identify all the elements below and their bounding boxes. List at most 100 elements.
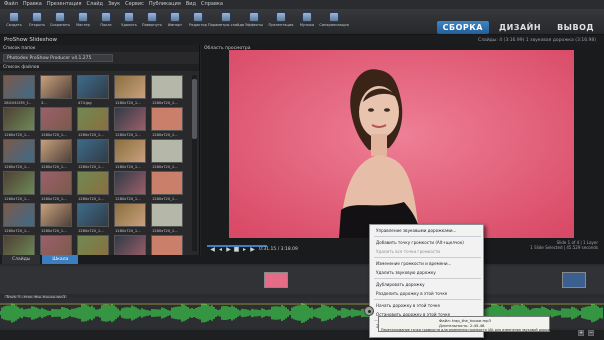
import-button[interactable]: Импорт bbox=[164, 11, 186, 33]
menu-service[interactable]: Сервис bbox=[125, 0, 144, 9]
menu-publish[interactable]: Публикация bbox=[149, 0, 181, 9]
prev-icon[interactable]: ◂ bbox=[217, 246, 224, 253]
mode-output[interactable]: ВЫВОД bbox=[551, 21, 600, 34]
file-name: 1280x720_1... bbox=[41, 197, 67, 201]
context-menu-separator bbox=[374, 236, 481, 237]
timeline-slide[interactable] bbox=[264, 272, 288, 288]
zoom-out-icon[interactable]: − bbox=[588, 330, 594, 336]
next-icon[interactable]: ▸ bbox=[241, 246, 248, 253]
tab-timeline[interactable]: Шкала bbox=[42, 255, 79, 264]
scroll-thumb[interactable] bbox=[192, 79, 197, 139]
file-thumbnail[interactable]: 1280x720_1... bbox=[3, 203, 35, 233]
file-thumbnail[interactable]: 1280x720_1... bbox=[114, 171, 146, 201]
new-button[interactable]: Создать bbox=[3, 11, 25, 33]
file-thumbnail[interactable]: 1280x720_1... bbox=[151, 75, 183, 105]
mode-design[interactable]: ДИЗАЙН bbox=[493, 21, 547, 34]
project-title-bar: ProShow Slideshow Слайды: 4 (3:16.99) 1 … bbox=[0, 35, 604, 45]
context-menu-item[interactable]: Дублировать дорожку bbox=[376, 282, 425, 287]
file-thumbnail[interactable]: 1280x720_1... bbox=[40, 139, 72, 169]
file-thumbnail[interactable]: 1280x720_1... bbox=[114, 75, 146, 105]
show-icon bbox=[101, 12, 111, 22]
stop-icon[interactable]: ■ bbox=[233, 246, 240, 253]
open-button[interactable]: Открыть bbox=[26, 11, 48, 33]
menu-file[interactable]: Файл bbox=[4, 0, 18, 9]
context-menu-item[interactable]: Управление звуковыми дорожками... bbox=[376, 228, 456, 233]
file-thumbnail[interactable]: 1280x720_1... bbox=[151, 171, 183, 201]
file-thumbnail[interactable]: 1280x720_1... bbox=[77, 203, 109, 233]
rewind-icon[interactable]: ◀ bbox=[209, 246, 216, 253]
file-thumbnail[interactable]: 474.jpg bbox=[77, 75, 109, 105]
menu-sound[interactable]: Звук bbox=[108, 0, 120, 9]
file-thumbnail[interactable]: 1280x720_1... bbox=[151, 139, 183, 169]
context-menu-item[interactable]: Начать дорожку в этой точке bbox=[376, 303, 440, 308]
menu-presentation[interactable]: Презентация bbox=[47, 0, 82, 9]
file-thumbnail[interactable]: 1280x720_1... bbox=[40, 203, 72, 233]
file-name: 1280x720_1... bbox=[41, 165, 67, 169]
waveform-tooltip: Файл: trap_the_house.mp3 Длительность: 2… bbox=[378, 316, 556, 332]
tooltip-note: Перетаскивание точки громкости для измен… bbox=[381, 328, 556, 332]
timeline-slide[interactable] bbox=[562, 272, 586, 288]
wizard-button[interactable]: Мастер bbox=[72, 11, 94, 33]
context-menu-item[interactable]: Удалить звуковую дорожку bbox=[376, 270, 436, 275]
selection-info: 1 Slide Selected | 45.529 seconds bbox=[530, 245, 598, 250]
context-menu-item[interactable]: Изменение громкости и времени... bbox=[376, 261, 451, 266]
file-name: 1280x720_1... bbox=[152, 229, 178, 233]
file-thumbnail[interactable]: 1280x720_1... bbox=[3, 139, 35, 169]
file-thumbnail[interactable]: 1280x720_1... bbox=[40, 107, 72, 137]
context-menu-item[interactable]: Разделить дорожку в этой точке bbox=[376, 291, 447, 296]
file-thumbnail[interactable]: 3... bbox=[40, 75, 72, 105]
file-thumbnail[interactable]: 1280x720_1... bbox=[3, 171, 35, 201]
file-thumbnail[interactable]: 1280x720_1... bbox=[3, 107, 35, 137]
file-thumbnail[interactable]: 1280x720_1... bbox=[114, 107, 146, 137]
app-window: Файл Правка Презентация Слайд Звук Серви… bbox=[0, 0, 604, 340]
file-thumbnail[interactable]: 1280x720_1... bbox=[151, 107, 183, 137]
mode-build[interactable]: СБОРКА bbox=[436, 21, 489, 34]
file-name: 3... bbox=[41, 101, 47, 105]
file-thumbnail[interactable]: 1280x720_1... bbox=[77, 107, 109, 137]
context-menu-item[interactable]: Добавить точку громкости (Alt+щелчок) bbox=[376, 240, 464, 245]
rotate-button[interactable]: Повернуть bbox=[141, 11, 163, 33]
menu-view[interactable]: Вид bbox=[186, 0, 196, 9]
editor-icon bbox=[193, 12, 203, 22]
left-panel: Список папок Photodex ProShow Producer v… bbox=[0, 45, 200, 297]
effects-icon bbox=[249, 12, 259, 22]
file-name: 1280x720_1... bbox=[4, 229, 30, 233]
menu-edit[interactable]: Правка bbox=[23, 0, 42, 9]
folder-selector[interactable]: Photodex ProShow Producer v4.1.275 bbox=[3, 54, 113, 62]
sync-button[interactable]: Синхронизация bbox=[319, 11, 349, 33]
volume-point-cursor[interactable] bbox=[364, 306, 374, 316]
file-list-scrollbar[interactable] bbox=[192, 75, 197, 251]
file-thumbnail[interactable]: 1280x720_1... bbox=[114, 203, 146, 233]
file-name: 1280x720_1... bbox=[115, 165, 141, 169]
save-button[interactable]: Сохранить bbox=[49, 11, 71, 33]
mode-switcher: СБОРКА ДИЗАЙН ВЫВОД bbox=[436, 21, 600, 34]
file-thumbnail[interactable]: 1280x720_1... bbox=[77, 171, 109, 201]
file-name: 1280x720_1... bbox=[41, 229, 67, 233]
file-thumbnail[interactable]: 1280x720_1... bbox=[151, 203, 183, 233]
music-button[interactable]: Музыка bbox=[296, 11, 318, 33]
tab-slides[interactable]: Слайды bbox=[2, 255, 41, 264]
file-thumbnail[interactable]: 1280x720_1... bbox=[114, 139, 146, 169]
file-name: 1280x720_1... bbox=[115, 101, 141, 105]
forward-icon[interactable]: ▶ bbox=[249, 246, 256, 253]
file-thumbnail[interactable]: 1280x720_1... bbox=[77, 139, 109, 169]
delete-button[interactable]: Удалить bbox=[118, 11, 140, 33]
effects-button[interactable]: Эффекты bbox=[243, 11, 265, 33]
presentation-button[interactable]: Презентация bbox=[268, 11, 294, 33]
menu-slide[interactable]: Слайд bbox=[87, 0, 103, 9]
zoom-in-icon[interactable]: + bbox=[578, 330, 584, 336]
file-name: 1280x720_1... bbox=[152, 197, 178, 201]
context-menu-item[interactable]: Удалить все точки громкости bbox=[376, 249, 440, 254]
delete-icon bbox=[124, 12, 134, 22]
file-thumbnail[interactable]: 1280x720_1... bbox=[40, 171, 72, 201]
save-icon bbox=[55, 12, 65, 22]
context-menu-separator bbox=[374, 299, 481, 300]
play-icon[interactable]: ▶ bbox=[225, 246, 232, 253]
editor-button[interactable]: Редактор bbox=[187, 11, 209, 33]
show-button[interactable]: Показ bbox=[95, 11, 117, 33]
file-thumbnail[interactable]: 2801f41f35_f... bbox=[3, 75, 35, 105]
menu-help[interactable]: Справка bbox=[201, 0, 223, 9]
sync-icon bbox=[329, 12, 339, 22]
timeline-slides bbox=[0, 266, 604, 294]
slide-options-button[interactable]: Параметры слайда bbox=[208, 11, 244, 33]
